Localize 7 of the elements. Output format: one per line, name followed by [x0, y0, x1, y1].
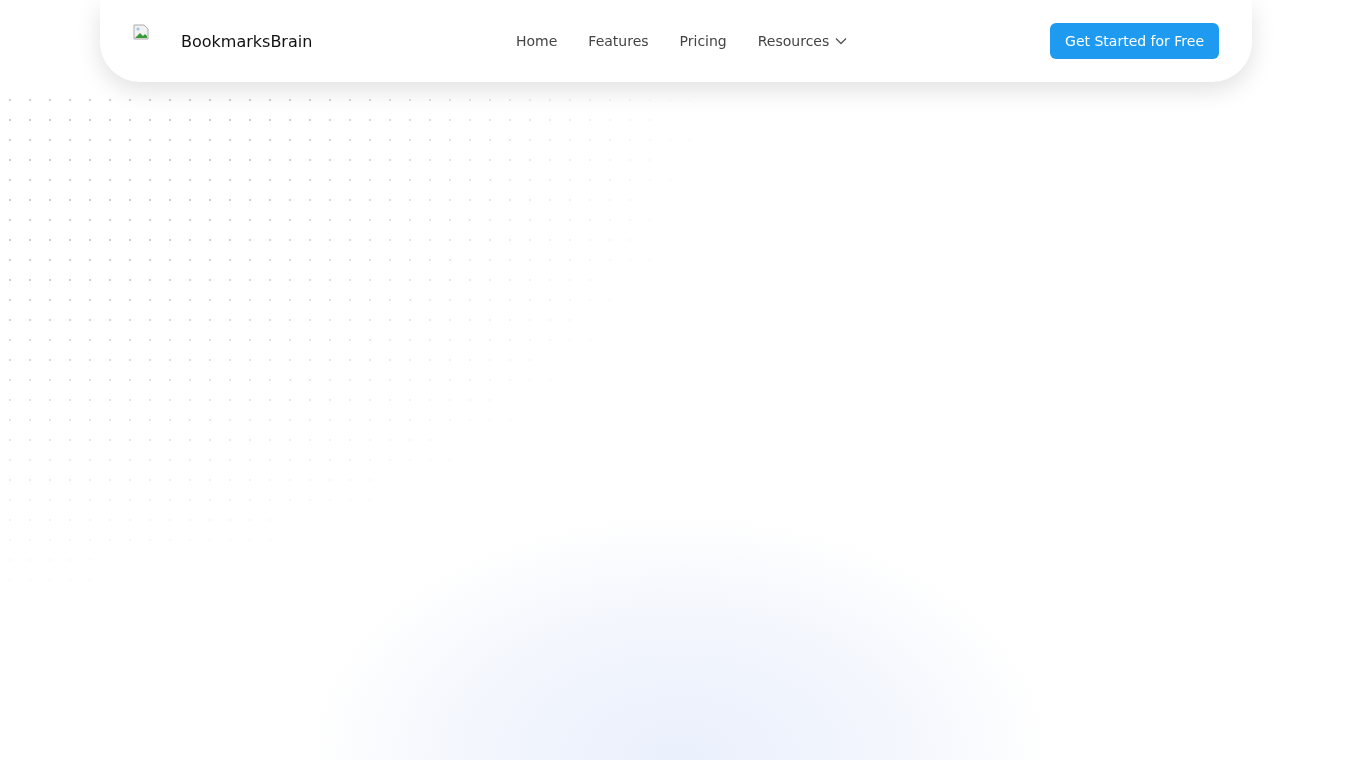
nav-link[interactable]: Features	[588, 33, 649, 49]
nav-dropdown[interactable]: Resources	[757, 33, 848, 49]
brand-name[interactable]: BookmarksBrain	[181, 31, 313, 51]
nav-link[interactable]: Home	[516, 33, 558, 49]
nav-link[interactable]: Pricing	[679, 33, 727, 49]
broken-image-icon	[133, 23, 149, 40]
chevron-down-icon	[835, 37, 848, 45]
